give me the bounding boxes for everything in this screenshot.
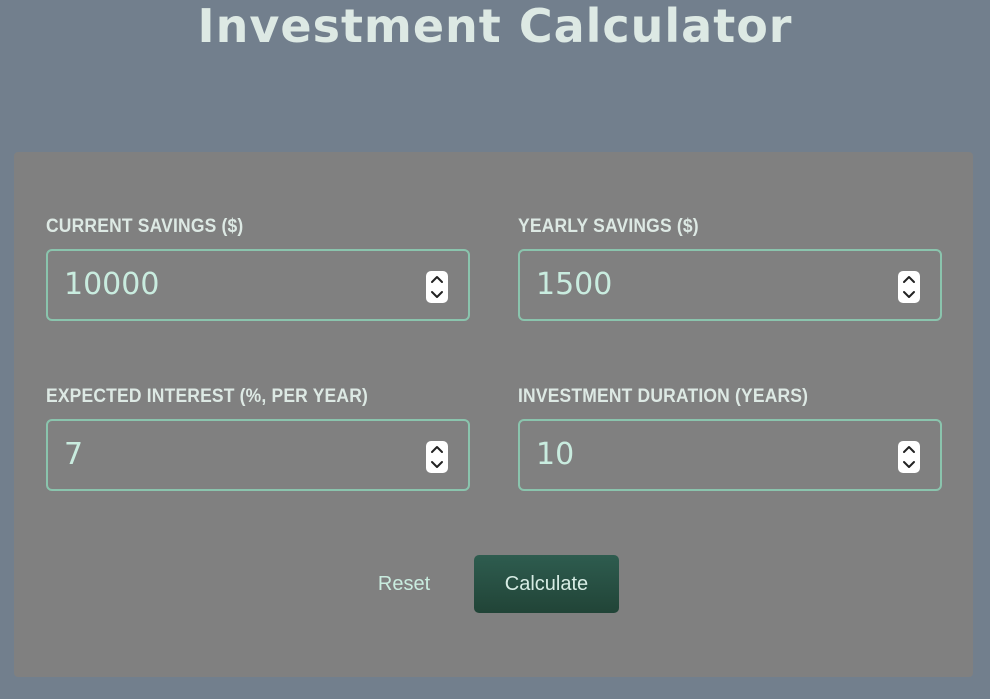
chevron-up-icon [431,446,443,453]
chevron-up-icon [431,276,443,283]
stepper-down-button[interactable] [898,287,920,303]
stepper-down-button[interactable] [426,457,448,473]
reset-button[interactable]: Reset [364,555,444,613]
yearly-savings-input[interactable]: 1500 [518,249,942,321]
yearly-savings-field: YEARLY SAVINGS ($) 1500 [518,216,942,321]
investment-duration-stepper[interactable] [898,441,920,473]
stepper-up-button[interactable] [426,271,448,287]
yearly-savings-label: YEARLY SAVINGS ($) [518,216,699,237]
stepper-up-button[interactable] [898,271,920,287]
chevron-down-icon [903,291,915,298]
investment-duration-field: INVESTMENT DURATION (YEARS) 10 [518,386,942,491]
chevron-down-icon [431,461,443,468]
expected-interest-label: EXPECTED INTEREST (%, PER YEAR) [46,386,369,407]
stepper-down-button[interactable] [426,287,448,303]
page-title: Investment Calculator [197,0,793,53]
investment-duration-value: 10 [536,437,575,472]
form-actions: Reset Calculate [14,555,973,613]
investment-duration-label: INVESTMENT DURATION (YEARS) [518,386,809,407]
expected-interest-field: EXPECTED INTEREST (%, PER YEAR) 7 [46,386,470,491]
current-savings-input[interactable]: 10000 [46,249,470,321]
expected-interest-stepper[interactable] [426,441,448,473]
expected-interest-input[interactable]: 7 [46,419,470,491]
stepper-down-button[interactable] [898,457,920,473]
chevron-up-icon [903,446,915,453]
current-savings-label: CURRENT SAVINGS ($) [46,216,244,237]
yearly-savings-value: 1500 [536,267,613,302]
stepper-up-button[interactable] [426,441,448,457]
stepper-up-button[interactable] [898,441,920,457]
chevron-down-icon [903,461,915,468]
chevron-up-icon [903,276,915,283]
yearly-savings-stepper[interactable] [898,271,920,303]
chevron-down-icon [431,291,443,298]
investment-duration-input[interactable]: 10 [518,419,942,491]
current-savings-field: CURRENT SAVINGS ($) 10000 [46,216,470,321]
current-savings-stepper[interactable] [426,271,448,303]
current-savings-value: 10000 [64,267,160,302]
investment-form: CURRENT SAVINGS ($) 10000 YEARLY SAVINGS… [14,152,973,677]
expected-interest-value: 7 [64,437,84,472]
calculate-button[interactable]: Calculate [474,555,619,613]
